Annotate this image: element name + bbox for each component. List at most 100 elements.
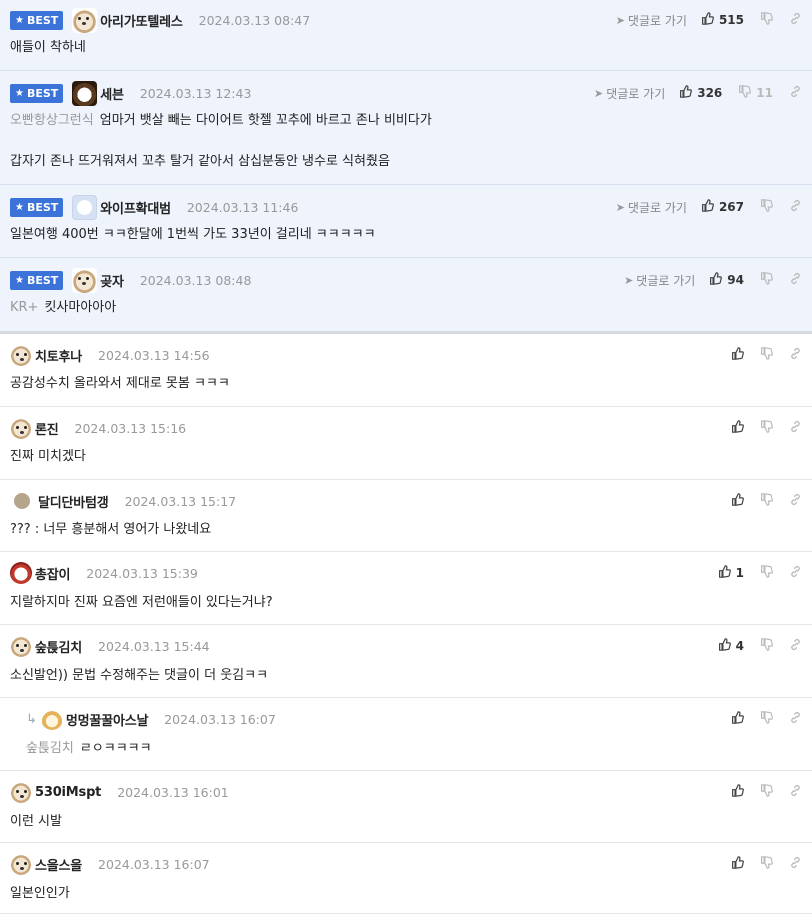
thumbs-down-icon [760,637,773,655]
comment-date: 2024.03.13 16:01 [117,784,229,800]
comment-date: 2024.03.13 11:46 [186,199,299,215]
link-icon[interactable] [789,493,802,510]
dislike-button[interactable] [760,564,773,582]
nickname[interactable]: 숲튽김치 [35,637,82,656]
nickname[interactable]: 와이프확대범 [100,198,171,217]
dislike-button[interactable] [760,855,773,873]
dislike-button[interactable] [760,198,773,216]
link-icon[interactable] [789,784,802,801]
like-count: 94 [727,273,744,287]
comment-prefix: KR+ [10,300,39,315]
dog-avatar-icon[interactable] [72,267,98,293]
like-button[interactable]: 515 [701,11,744,29]
link-icon[interactable] [789,272,802,289]
nickname[interactable]: 곶자 [100,271,124,290]
thumbs-down-icon [760,198,773,216]
dislike-button[interactable] [760,271,773,289]
link-icon[interactable] [789,347,802,364]
thumbs-up-icon [709,271,723,289]
like-button[interactable]: 267 [701,198,744,216]
nickname[interactable]: 아리가또텔레스 [100,11,183,30]
comment-body: 일본여행 400번 ㅋㅋ한달에 1번씩 가도 33년이 걸리네 ㅋㅋㅋㅋㅋ [10,226,802,244]
dog-avatar-icon[interactable] [10,344,32,366]
thumbs-up-icon [731,710,744,728]
comment-header: 달디단바텀갱 2024.03.13 15:17 [10,489,812,513]
comment-text: 일본여행 400번 ㅋㅋ한달에 1번씩 가도 33년이 걸리네 ㅋㅋㅋㅋㅋ [10,227,376,242]
nickname[interactable]: 치토후나 [35,346,82,365]
thumbs-down-icon [760,564,773,582]
comment-text: 엄마거 뱃살 빼는 다이어트 핫젤 꼬추에 바르고 존나 비비다가 [99,113,432,128]
nickname[interactable]: 달디단바텀갱 [38,492,109,511]
nickname[interactable]: 530iMspt [35,785,101,800]
like-button[interactable] [731,710,744,728]
dark-dog-avatar-icon[interactable] [72,80,98,106]
link-icon[interactable] [789,12,802,29]
dog-avatar-icon[interactable] [10,853,32,875]
link-icon[interactable] [789,711,802,728]
goto-label: 댓글로 가기 [627,200,687,215]
dog-avatar-icon[interactable] [10,781,32,803]
red-dog-avatar-icon[interactable] [10,562,32,584]
nickname[interactable]: 멍멍꿀꿀아스날 [66,710,149,729]
dislike-button[interactable] [760,11,773,29]
nickname[interactable]: 론진 [35,419,59,438]
reply-target[interactable]: 숲튽김치 [26,741,74,756]
white-dog-avatar-icon[interactable] [72,194,98,220]
goto-comment-link[interactable]: ➤ 댓글로 가기 [616,199,687,216]
like-button[interactable] [731,492,744,510]
comment-text: 이런 시발 [10,814,62,829]
dog-avatar-icon[interactable] [10,417,32,439]
goto-comment-link[interactable]: ➤ 댓글로 가기 [616,12,687,29]
comment-date: 2024.03.13 14:56 [98,347,210,363]
dog-avatar-icon[interactable] [10,635,32,657]
goto-comment-link[interactable]: ➤ 댓글로 가기 [594,85,665,102]
thumbs-up-icon [701,11,714,29]
nickname[interactable]: 세븐 [100,84,124,103]
comment-body: 애들이 착하네 [10,39,802,57]
link-icon[interactable] [789,565,802,582]
best-label: BEST [26,273,59,287]
dislike-button[interactable] [760,710,773,728]
dislike-button[interactable]: 11 [738,84,773,102]
comment-date: 2024.03.13 12:43 [139,85,252,101]
dislike-button[interactable] [760,637,773,655]
dislike-button[interactable] [760,783,773,801]
thumbs-down-icon [760,710,773,728]
like-button[interactable] [731,346,744,364]
link-icon[interactable] [789,856,802,873]
link-icon[interactable] [789,199,802,216]
like-button[interactable] [731,783,744,801]
comment-text: 킷사마아아아 [44,300,117,315]
link-icon[interactable] [789,638,802,655]
dog-avatar-icon[interactable] [72,7,98,33]
thumbs-up-icon [679,84,693,102]
like-button[interactable] [731,855,744,873]
fox-avatar-icon[interactable] [40,708,63,730]
comment-actions: 1 [718,561,802,585]
thumbs-down-icon [760,346,773,364]
like-button[interactable]: 1 [718,564,744,582]
comment-actions [731,707,802,731]
like-button[interactable]: 326 [679,84,722,102]
nickname[interactable]: 스을스을 [35,855,82,874]
comment: 스을스을 2024.03.13 16:07 일본인인가 [0,843,812,914]
link-icon[interactable] [789,420,802,437]
comment-actions [731,852,802,876]
dislike-button[interactable] [760,346,773,364]
dislike-count: 11 [756,86,773,100]
like-button[interactable] [731,419,744,437]
comment-header: 치토후나 2024.03.13 14:56 [10,343,812,367]
comment-text: ??? : 너무 흥분해서 영어가 나왔네요 [10,522,212,537]
thumbs-up-icon [718,637,731,655]
dislike-button[interactable] [760,492,773,510]
goto-comment-link[interactable]: ➤ 댓글로 가기 [624,272,695,289]
link-icon[interactable] [789,85,802,102]
comment-actions: ➤ 댓글로 가기 515 [616,8,802,32]
dot-avatar-icon[interactable] [14,493,30,509]
nickname[interactable]: 총잡이 [35,564,70,583]
best-label: BEST [26,200,59,214]
like-button[interactable]: 94 [709,271,744,289]
comment-actions [731,343,802,367]
dislike-button[interactable] [760,419,773,437]
like-button[interactable]: 4 [718,637,744,655]
